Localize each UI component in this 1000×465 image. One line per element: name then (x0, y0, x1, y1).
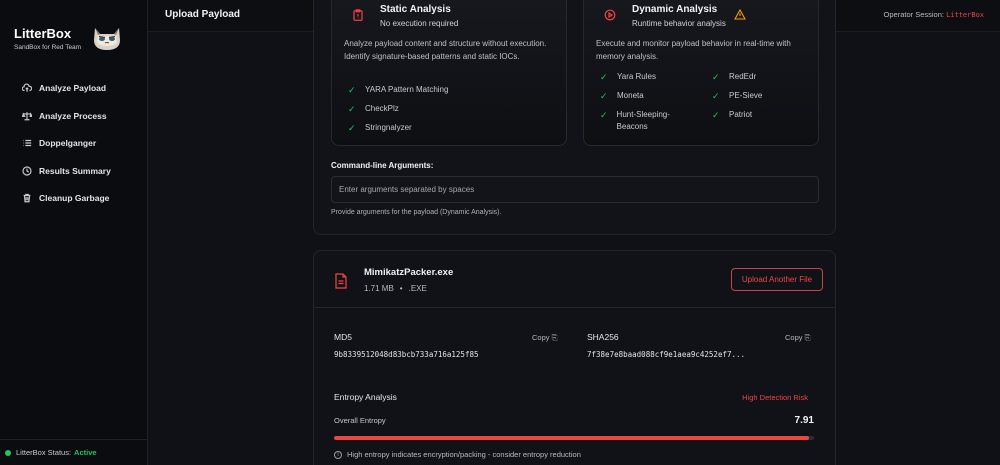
session-label: Operator Session: (883, 10, 944, 19)
check-icon: ✓ (600, 110, 608, 120)
file-meta: 1.71 MB • .EXE (364, 284, 427, 293)
warning-icon[interactable] (734, 9, 746, 20)
sidebar-item-label: Analyze Payload (39, 83, 107, 93)
file-name: MimikatzPacker.exe (364, 267, 454, 278)
check-icon: ✓ (712, 110, 720, 120)
dynamic-subtitle: Runtime behavior analysis (632, 19, 726, 28)
sidebar-item-doppelganger[interactable]: Doppelganger (22, 136, 111, 150)
play-circle-icon (604, 9, 616, 21)
status-dot-icon (5, 449, 11, 456)
sidebar-item-label: Results Summary (39, 165, 111, 176)
check-icon: ✓ (712, 72, 720, 82)
entropy-note-text: High entropy indicates encryption/packin… (347, 450, 581, 459)
sidebar-nav: Analyze Payload Analyze Process Doppelga… (22, 81, 111, 219)
file-ext: .EXE (408, 284, 427, 293)
brand-name: LitterBox (14, 26, 72, 41)
feature-item: ✓ Moneta (600, 91, 644, 101)
file-icon (335, 273, 347, 289)
check-icon: ✓ (348, 85, 356, 95)
sidebar-item-cleanup-garbage[interactable]: Cleanup Garbage (22, 191, 111, 205)
sidebar-item-label: Doppelganger (39, 138, 97, 148)
sidebar-item-results-summary[interactable]: Results Summary (22, 164, 111, 178)
info-icon: i (334, 450, 342, 459)
entropy-value: 7.91 (794, 415, 814, 426)
upload-cloud-icon (22, 83, 32, 92)
list-icon (23, 139, 32, 147)
dynamic-title: Dynamic Analysis (632, 4, 718, 15)
check-icon: ✓ (712, 91, 720, 101)
entropy-title: Entropy Analysis (334, 392, 397, 402)
page-title: Upload Payload (165, 9, 241, 20)
trash-icon (23, 193, 31, 203)
md5-value[interactable]: 9b8339512048d83bcb733a716a125f85 (334, 350, 479, 359)
status-bar: LitterBox Status: Active (0, 439, 148, 465)
check-icon: ✓ (600, 91, 608, 101)
sidebar: LitterBox SandBox for Red Team Analyze P… (0, 0, 148, 465)
feature-item: ✓ PE-Sieve (712, 91, 763, 101)
feature-item: ✓ Hunt-Sleeping-Beacons (600, 110, 670, 131)
cmd-args-label: Command-line Arguments: (331, 161, 434, 170)
cat-logo-icon (94, 28, 120, 50)
operator-session: Operator Session: LitterBox (884, 10, 984, 19)
sidebar-item-analyze-payload[interactable]: Analyze Payload (22, 81, 111, 95)
static-title: Static Analysis (380, 4, 451, 15)
meta-separator: • (399, 284, 403, 293)
brand[interactable]: LitterBox SandBox for Red Team (14, 26, 81, 51)
sha256-value[interactable]: 7f38e7e8baad088cf9e1aea9c4252ef7... (587, 350, 745, 359)
copy-sha256-button[interactable]: Copy ⎘ (785, 333, 811, 343)
feature-item: ✓ CheckPlz (348, 104, 399, 114)
scale-icon (22, 111, 32, 120)
clock-icon (22, 165, 32, 176)
sidebar-item-analyze-process[interactable]: Analyze Process (22, 109, 111, 123)
sidebar-item-label: Cleanup Garbage (39, 193, 110, 203)
dynamic-analysis-card[interactable]: Dynamic Analysis Runtime behavior analys… (583, 0, 819, 146)
feature-item: ✓ YARA Pattern Matching (348, 85, 449, 95)
md5-label: MD5 (334, 332, 352, 342)
dynamic-description: Execute and monitor payload behavior in … (596, 39, 791, 61)
entropy-bar-fill (334, 436, 810, 440)
divider (314, 307, 835, 308)
upload-another-file-button[interactable]: Upload Another File (731, 268, 823, 291)
session-user: LitterBox (946, 11, 984, 19)
feature-item: ✓ RedEdr (712, 72, 757, 82)
entropy-risk-badge: High Detection Risk (742, 393, 808, 402)
clipboard-icon (353, 9, 363, 21)
entropy-note: i High entropy indicates encryption/pack… (334, 450, 581, 459)
sha256-label: SHA256 (587, 332, 619, 342)
cmd-args-help: Provide arguments for the payload (Dynam… (331, 209, 502, 216)
static-analysis-card[interactable]: Static Analysis No execution required An… (331, 0, 567, 146)
sidebar-item-label: Analyze Process (39, 110, 107, 121)
static-subtitle: No execution required (380, 19, 459, 28)
check-icon: ✓ (348, 104, 356, 114)
status-value: Active (74, 448, 97, 457)
file-info-panel: MimikatzPacker.exe 1.71 MB • .EXE Upload A… (313, 250, 836, 465)
copy-md5-button[interactable]: Copy ⎘ (532, 333, 558, 343)
static-description: Analyze payload content and structure wi… (344, 39, 547, 61)
entropy-label: Overall Entropy (334, 416, 386, 425)
check-icon: ✓ (600, 72, 608, 82)
file-size: 1.71 MB (364, 284, 394, 293)
feature-item: ✓ Stringnalyzer (348, 123, 412, 133)
analysis-options-panel: Static Analysis No execution required An… (313, 0, 836, 235)
entropy-bar (334, 436, 814, 440)
check-icon: ✓ (348, 123, 356, 133)
feature-item: ✓ Patriot (712, 110, 753, 120)
cmd-args-input[interactable] (331, 176, 819, 203)
brand-tagline: SandBox for Red Team (14, 44, 82, 51)
feature-item: ✓ Yara Rules (600, 72, 656, 82)
status-label: LitterBox Status: (16, 448, 72, 457)
